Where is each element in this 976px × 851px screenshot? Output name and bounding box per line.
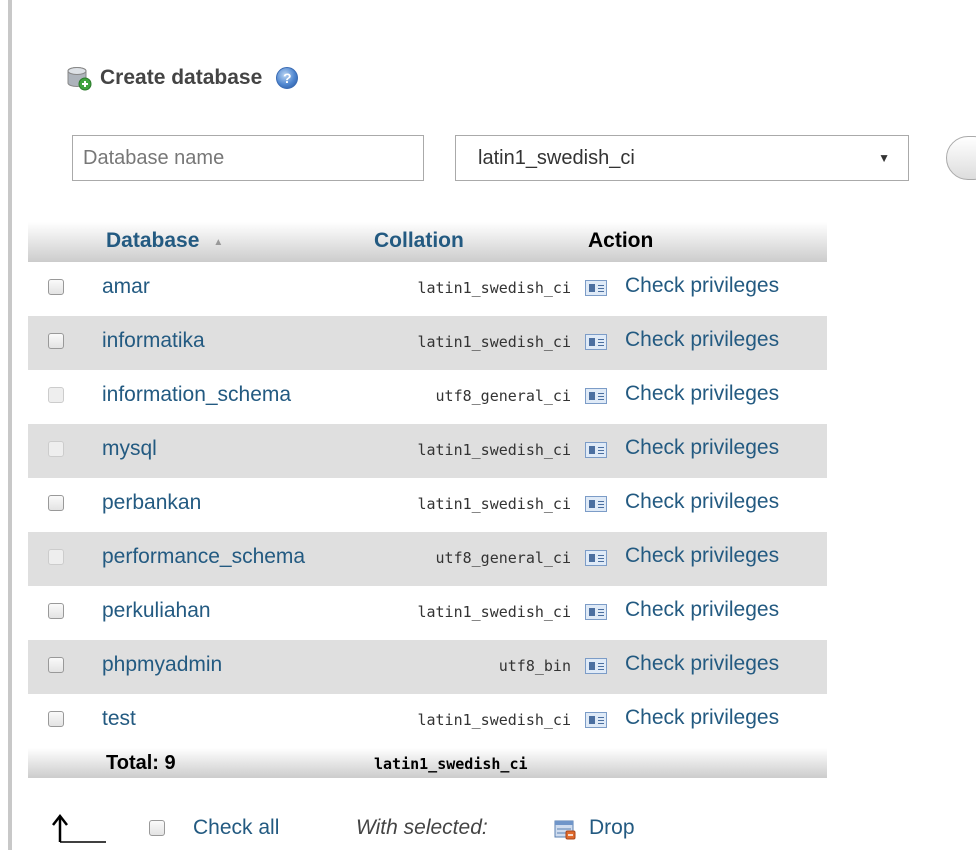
privileges-icon[interactable] bbox=[585, 388, 607, 404]
row-collation: utf8_general_ci bbox=[435, 549, 571, 567]
total-count: Total: 9 bbox=[106, 752, 176, 774]
check-privileges-link[interactable]: Check privileges bbox=[625, 652, 779, 676]
database-link[interactable]: perbankan bbox=[102, 491, 201, 515]
check-privileges-link[interactable]: Check privileges bbox=[625, 436, 779, 460]
table-row: perkuliahan latin1_swedish_ci Check priv… bbox=[28, 586, 827, 640]
check-privileges-link[interactable]: Check privileges bbox=[625, 328, 779, 352]
database-name-input[interactable] bbox=[72, 135, 424, 181]
collation-select[interactable]: latin1_swedish_ci ▼ bbox=[455, 135, 909, 181]
dropdown-arrow-icon: ▼ bbox=[878, 151, 890, 165]
table-row: amar latin1_swedish_ci Check privileges bbox=[28, 262, 827, 316]
row-checkbox[interactable] bbox=[48, 603, 64, 619]
privileges-icon[interactable] bbox=[585, 280, 607, 296]
privileges-icon[interactable] bbox=[585, 442, 607, 458]
table-row: performance_schema utf8_general_ci Check… bbox=[28, 532, 827, 586]
create-database-header: Create database ? bbox=[66, 62, 299, 94]
total-collation: latin1_swedish_ci bbox=[374, 755, 528, 773]
check-privileges-link[interactable]: Check privileges bbox=[625, 382, 779, 406]
with-selected-label: With selected: bbox=[356, 816, 488, 839]
create-database-title: Create database bbox=[100, 66, 263, 89]
privileges-icon[interactable] bbox=[585, 550, 607, 566]
column-header-database-label[interactable]: Database bbox=[106, 229, 199, 252]
database-link[interactable]: perkuliahan bbox=[102, 599, 211, 623]
table-row: perbankan latin1_swedish_ci Check privil… bbox=[28, 478, 827, 532]
database-link[interactable]: information_schema bbox=[102, 383, 291, 407]
database-link[interactable]: performance_schema bbox=[102, 545, 305, 569]
row-collation: latin1_swedish_ci bbox=[417, 603, 571, 621]
sort-ascending-icon[interactable]: ▲ bbox=[213, 237, 223, 248]
privileges-icon[interactable] bbox=[585, 496, 607, 512]
privileges-icon[interactable] bbox=[585, 658, 607, 674]
privileges-icon[interactable] bbox=[585, 334, 607, 350]
check-privileges-link[interactable]: Check privileges bbox=[625, 598, 779, 622]
row-collation: latin1_swedish_ci bbox=[417, 441, 571, 459]
row-checkbox-disabled bbox=[48, 387, 64, 403]
row-checkbox[interactable] bbox=[48, 495, 64, 511]
database-link[interactable]: phpmyadmin bbox=[102, 653, 222, 677]
column-header-database[interactable]: Database ▲ bbox=[106, 229, 223, 253]
row-collation: utf8_general_ci bbox=[435, 387, 571, 405]
privileges-icon[interactable] bbox=[585, 712, 607, 728]
database-link[interactable]: mysql bbox=[102, 437, 157, 461]
row-collation: utf8_bin bbox=[498, 657, 571, 675]
row-checkbox[interactable] bbox=[48, 333, 64, 349]
row-checkbox-disabled bbox=[48, 549, 64, 565]
check-privileges-link[interactable]: Check privileges bbox=[625, 490, 779, 514]
database-add-icon bbox=[66, 65, 92, 91]
column-header-collation[interactable]: Collation bbox=[374, 229, 464, 253]
table-row: information_schema utf8_general_ci Check… bbox=[28, 370, 827, 424]
table-row: mysql latin1_swedish_ci Check privileges bbox=[28, 424, 827, 478]
row-checkbox[interactable] bbox=[48, 657, 64, 673]
create-button[interactable] bbox=[946, 136, 976, 180]
drop-button[interactable]: Drop bbox=[589, 816, 635, 840]
row-collation: latin1_swedish_ci bbox=[417, 711, 571, 729]
row-collation: latin1_swedish_ci bbox=[417, 495, 571, 513]
left-frame-border bbox=[8, 0, 12, 850]
help-icon[interactable]: ? bbox=[276, 67, 299, 89]
table-row: informatika latin1_swedish_ci Check priv… bbox=[28, 316, 827, 370]
check-privileges-link[interactable]: Check privileges bbox=[625, 706, 779, 730]
check-all-checkbox[interactable] bbox=[149, 820, 165, 836]
row-collation: latin1_swedish_ci bbox=[417, 333, 571, 351]
check-privileges-link[interactable]: Check privileges bbox=[625, 274, 779, 298]
database-table: Database ▲ Collation Action amar latin1_s… bbox=[28, 222, 827, 778]
database-link[interactable]: informatika bbox=[102, 329, 205, 353]
database-link[interactable]: amar bbox=[102, 275, 150, 299]
arrow-up-icon bbox=[48, 812, 108, 846]
collation-select-value: latin1_swedish_ci bbox=[478, 146, 635, 169]
table-header-row: Database ▲ Collation Action bbox=[28, 222, 827, 262]
check-privileges-link[interactable]: Check privileges bbox=[625, 544, 779, 568]
database-link[interactable]: test bbox=[102, 707, 136, 731]
check-all-label[interactable]: Check all bbox=[193, 816, 279, 840]
row-collation: latin1_swedish_ci bbox=[417, 279, 571, 297]
table-total-row: Total: 9 latin1_swedish_ci bbox=[28, 748, 827, 778]
table-row: test latin1_swedish_ci Check privileges bbox=[28, 694, 827, 748]
drop-icon[interactable] bbox=[554, 820, 576, 840]
column-header-action: Action bbox=[588, 229, 654, 252]
row-checkbox-disabled bbox=[48, 441, 64, 457]
privileges-icon[interactable] bbox=[585, 604, 607, 620]
row-checkbox[interactable] bbox=[48, 279, 64, 295]
row-checkbox[interactable] bbox=[48, 711, 64, 727]
table-row: phpmyadmin utf8_bin Check privileges bbox=[28, 640, 827, 694]
